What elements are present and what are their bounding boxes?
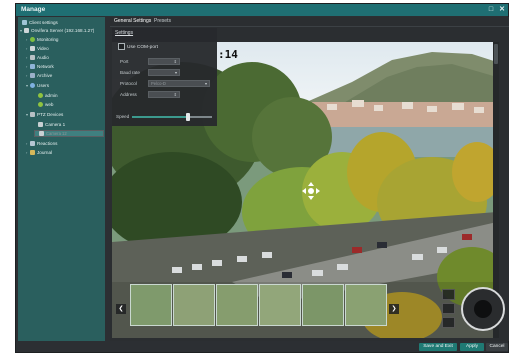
thumbnails-next-button[interactable]: ❯ bbox=[389, 304, 399, 314]
move-cursor-icon bbox=[302, 182, 320, 200]
protocol-select[interactable]: Pelco-D ▾ bbox=[148, 80, 210, 87]
tree-label: Audio bbox=[37, 55, 49, 60]
tree-label: Camera 12 bbox=[46, 131, 67, 136]
port-select[interactable]: ⇕ bbox=[148, 58, 180, 65]
tree-label: admin bbox=[45, 93, 58, 98]
joystick-knob[interactable] bbox=[474, 300, 492, 318]
journal-icon bbox=[30, 150, 35, 156]
window-title: Manage bbox=[21, 6, 46, 13]
user-icon bbox=[38, 102, 43, 108]
address-label: Address bbox=[120, 92, 137, 97]
tree-label: Onvifera Server (192.168.1.27) bbox=[31, 28, 95, 33]
baud-rate-label: Baud rate bbox=[120, 70, 140, 75]
ptz-joystick[interactable] bbox=[461, 287, 505, 331]
tree-item-archive[interactable]: › Archive bbox=[26, 72, 52, 79]
tree-label: Client settings bbox=[29, 20, 58, 25]
settings-tree: Client settings ▾ Onvifera Server (192.16… bbox=[18, 17, 105, 341]
speed-slider[interactable] bbox=[132, 113, 212, 121]
port-label: Port bbox=[120, 59, 129, 64]
camera-timestamp: :14 bbox=[218, 48, 238, 61]
checkbox-box[interactable] bbox=[118, 43, 125, 50]
restore-button[interactable]: □ bbox=[486, 5, 496, 15]
tab-presets[interactable]: Presets bbox=[154, 18, 171, 25]
server-icon bbox=[24, 28, 29, 34]
checkbox-label: Use COM-port bbox=[127, 44, 158, 50]
preset-thumbnail[interactable] bbox=[302, 284, 344, 326]
camera-icon bbox=[39, 131, 44, 137]
address-stepper[interactable]: ⇕ bbox=[148, 91, 180, 98]
chevron-down-icon: ▾ bbox=[174, 70, 177, 75]
tree-label: Reactions bbox=[37, 141, 58, 146]
preset-thumbnail[interactable] bbox=[173, 284, 215, 326]
close-button[interactable]: ✕ bbox=[497, 5, 507, 15]
video-icon bbox=[30, 46, 35, 52]
tree-item-journal[interactable]: › Journal bbox=[26, 149, 52, 156]
tree-label: Monitoring bbox=[37, 37, 59, 42]
stepper-icon: ⇕ bbox=[173, 92, 177, 97]
zoom-out-button[interactable] bbox=[442, 317, 455, 328]
audio-icon bbox=[30, 55, 35, 61]
reactions-icon bbox=[30, 141, 35, 147]
preset-thumbnail[interactable] bbox=[259, 284, 301, 326]
save-and-exit-button[interactable]: Save and Exit bbox=[419, 343, 457, 351]
tree-item-audio[interactable]: › Audio bbox=[26, 54, 49, 61]
tree-label: Video bbox=[37, 46, 49, 51]
tree-label: Network bbox=[37, 64, 54, 69]
tree-item-users[interactable]: ▾ Users bbox=[26, 82, 49, 89]
stepper-icon: ⇕ bbox=[173, 59, 177, 64]
tree-item-camera-2[interactable]: Camera 12 bbox=[34, 130, 104, 137]
settings-header: Settings bbox=[115, 30, 134, 36]
tree-item-client-settings[interactable]: Client settings bbox=[22, 19, 58, 26]
focus-button[interactable] bbox=[442, 303, 455, 314]
speed-label: Speed bbox=[116, 114, 130, 119]
tab-general-settings[interactable]: General Settings bbox=[114, 18, 151, 25]
apply-button[interactable]: Apply bbox=[460, 343, 484, 351]
preset-thumbnail[interactable] bbox=[130, 284, 172, 326]
thumbnails-prev-button[interactable]: ❮ bbox=[116, 304, 126, 314]
tree-item-ptz-devices[interactable]: ▾ PTZ Devices bbox=[26, 111, 63, 118]
tree-label: Archive bbox=[37, 73, 53, 78]
ptz-settings-panel: Settings Use COM-port Port ⇕ Baud rate ▾… bbox=[112, 28, 217, 126]
tab-bar: General Settings Presets bbox=[110, 17, 509, 27]
chevron-down-icon: ▾ bbox=[204, 81, 207, 86]
client-settings-icon bbox=[22, 20, 27, 26]
zoom-in-button[interactable] bbox=[442, 289, 455, 300]
users-icon bbox=[30, 83, 35, 89]
speed-slider-fill bbox=[132, 116, 188, 118]
tree-label: web bbox=[45, 102, 54, 107]
cancel-button[interactable]: Cancel bbox=[486, 343, 508, 351]
protocol-label: Protocol bbox=[120, 81, 137, 86]
user-icon bbox=[38, 93, 43, 99]
tree-item-camera-1[interactable]: Camera 1 bbox=[38, 121, 65, 128]
tree-item-admin[interactable]: admin bbox=[38, 92, 58, 99]
tree-item-network[interactable]: › Network bbox=[26, 63, 54, 70]
camera-icon bbox=[38, 122, 43, 128]
ptz-icon bbox=[30, 112, 35, 118]
tree-item-web[interactable]: web bbox=[38, 101, 53, 108]
tree-item-video[interactable]: › Video bbox=[26, 45, 49, 52]
archive-icon bbox=[30, 73, 35, 79]
tree-item-server[interactable]: ▾ Onvifera Server (192.168.1.27) bbox=[20, 27, 94, 34]
tree-label: PTZ Devices bbox=[37, 112, 64, 117]
title-bar: Manage □ ✕ bbox=[16, 4, 508, 16]
preset-thumbnail[interactable] bbox=[345, 284, 387, 326]
monitoring-icon bbox=[30, 37, 35, 43]
tree-label: Journal bbox=[37, 150, 53, 155]
baud-rate-select[interactable]: ▾ bbox=[148, 69, 180, 76]
network-icon bbox=[30, 64, 35, 70]
tree-item-monitoring[interactable]: › Monitoring bbox=[26, 36, 58, 43]
tree-label: Camera 1 bbox=[45, 122, 66, 127]
speed-slider-thumb[interactable] bbox=[186, 113, 190, 121]
use-com-port-checkbox[interactable]: Use COM-port bbox=[118, 43, 158, 50]
tree-item-reactions[interactable]: › Reactions bbox=[26, 140, 57, 147]
protocol-value: Pelco-D bbox=[151, 81, 166, 86]
scrollbar-thumb[interactable] bbox=[494, 44, 498, 64]
preset-thumbnail[interactable] bbox=[216, 284, 258, 326]
tree-label: Users bbox=[37, 83, 49, 88]
